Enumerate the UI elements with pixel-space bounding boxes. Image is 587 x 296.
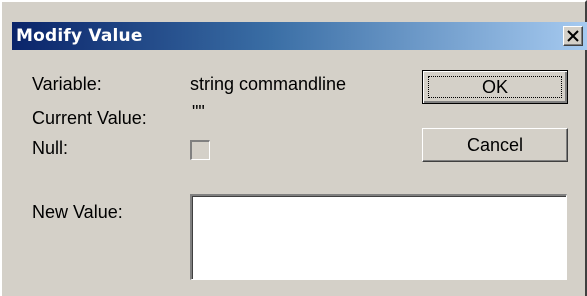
cancel-button-label: Cancel <box>466 135 524 155</box>
window-title: Modify Value <box>16 26 143 46</box>
new-value-input[interactable] <box>190 194 567 280</box>
variable-value: string commandline <box>190 74 347 94</box>
null-checkbox[interactable] <box>190 140 210 160</box>
ok-button-label: OK <box>481 77 508 97</box>
new-value-label: New Value: <box>32 202 123 222</box>
cancel-button[interactable]: Cancel <box>422 128 568 162</box>
title-bar[interactable]: Modify Value <box>12 22 587 50</box>
current-value: "" <box>192 102 205 122</box>
modify-value-dialog: Modify Value Variable: string commandlin… <box>0 0 587 296</box>
close-button[interactable] <box>563 26 583 46</box>
null-label: Null: <box>32 138 69 158</box>
close-icon <box>567 30 579 42</box>
variable-label: Variable: <box>32 74 102 94</box>
ok-button[interactable]: OK <box>422 70 568 104</box>
current-value-label: Current Value: <box>32 108 147 128</box>
